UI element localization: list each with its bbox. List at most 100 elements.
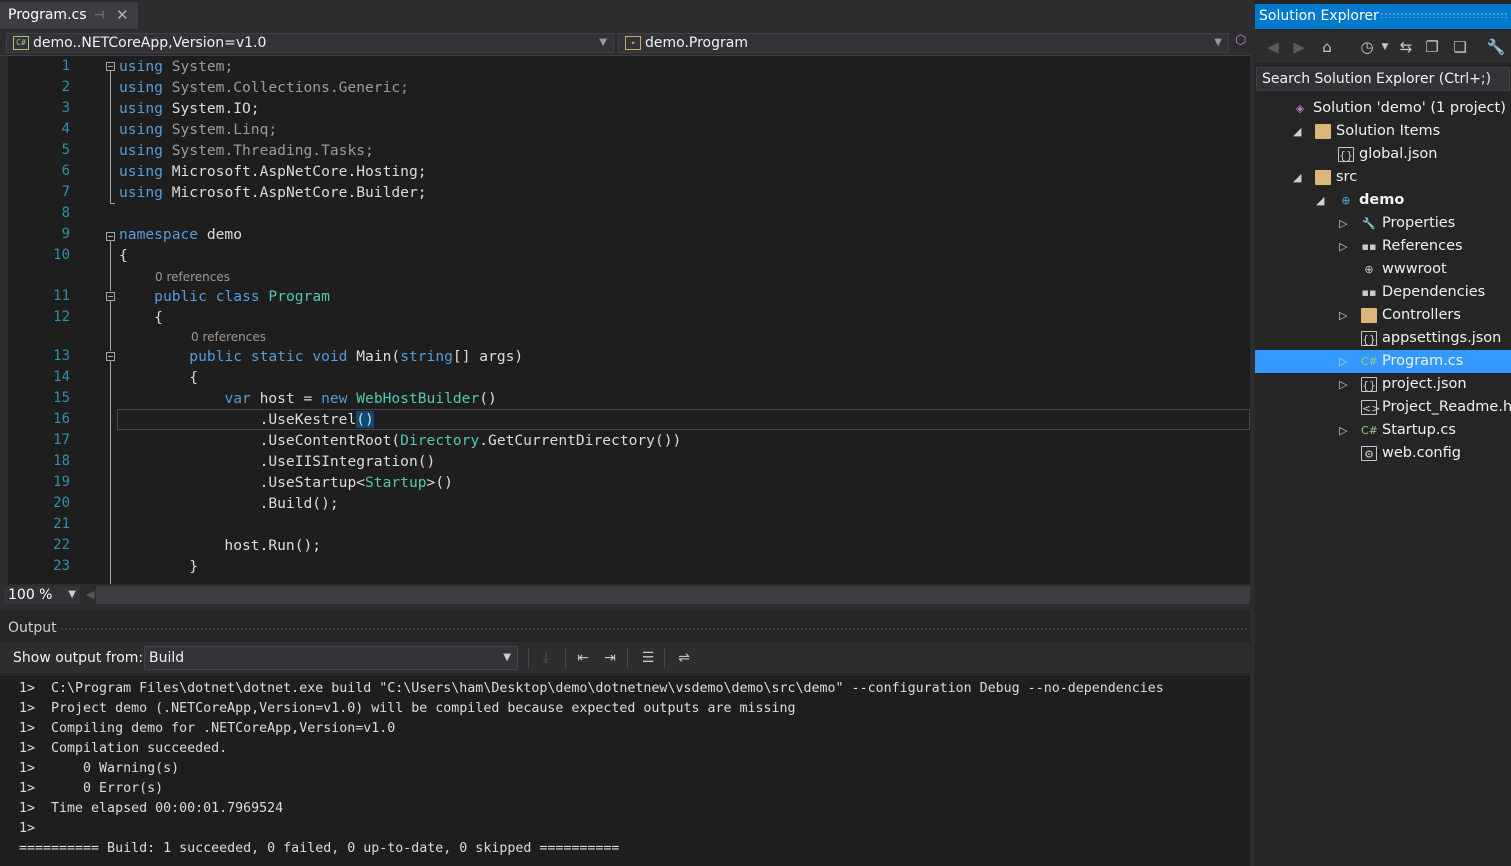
code-line[interactable]: using System.IO;	[119, 98, 260, 119]
scroll-left-icon[interactable]: ◀	[86, 588, 94, 601]
tree-item[interactable]: ◢ src	[1255, 166, 1511, 189]
tree-item-label: Solution Items	[1336, 123, 1441, 139]
zoom-value: 100 %	[8, 587, 53, 603]
document-tab-program-cs[interactable]: Program.cs ⊣ ✕	[0, 2, 138, 29]
next-message-icon[interactable]: ⇥	[599, 648, 621, 668]
code-line[interactable]: }	[119, 556, 198, 577]
class-icon: ✦	[625, 36, 641, 50]
tree-item[interactable]: {} global.json	[1255, 143, 1511, 166]
codelens-main-references[interactable]: 0 references	[191, 329, 266, 345]
line-number: 1	[61, 58, 70, 74]
tree-item-label: Program.cs	[1382, 353, 1464, 369]
tree-item[interactable]: <>Project_Readme.html	[1255, 396, 1511, 419]
tree-item[interactable]: ▷ ▪▪ References	[1255, 235, 1511, 258]
tree-item[interactable]: ▷ 🔧 Properties	[1255, 212, 1511, 235]
tree-item-label: wwwroot	[1382, 261, 1447, 277]
type-dropdown[interactable]: ✦ demo.Program ▼	[618, 33, 1229, 53]
show-all-files-icon[interactable]: ❏	[1449, 36, 1471, 58]
horizontal-scrollbar[interactable]	[96, 586, 1250, 604]
line-number: 21	[53, 516, 70, 532]
previous-message-icon[interactable]: ⇤	[572, 648, 594, 668]
zoom-dropdown[interactable]: 100 % ▼	[4, 586, 80, 604]
globe-folder-icon: ⊕	[1364, 263, 1374, 276]
tree-item-label: appsettings.json	[1382, 330, 1502, 346]
code-line[interactable]: public static void Main(string[] args)	[119, 346, 523, 367]
references-icon: ▪▪	[1361, 240, 1377, 253]
code-editor[interactable]: 1 using System; 2 using System.Collections.…	[0, 56, 1250, 584]
show-output-from-label: Show output from:	[13, 650, 144, 666]
collapse-icon[interactable]: ◢	[1293, 120, 1301, 143]
tree-item[interactable]: ▷ {} project.json	[1255, 373, 1511, 396]
tree-item[interactable]: ⚙ web.config	[1255, 442, 1511, 465]
code-line[interactable]: .Build();	[119, 493, 339, 514]
tree-item[interactable]: ◈ Solution 'demo' (1 project)	[1255, 97, 1511, 120]
collapse-usings-icon[interactable]	[106, 62, 115, 71]
code-line[interactable]: using System;	[119, 56, 233, 77]
output-line: 1> Compilation succeeded.	[19, 741, 228, 756]
code-line[interactable]: using System.Threading.Tasks;	[119, 140, 374, 161]
find-message-icon[interactable]: ⤓	[535, 648, 557, 668]
code-line[interactable]: namespace demo	[119, 224, 242, 245]
code-line[interactable]: host.Run();	[119, 535, 321, 556]
expand-icon[interactable]: ▷	[1339, 350, 1347, 373]
line-number: 6	[61, 163, 70, 179]
project-context-dropdown[interactable]: C# demo..NETCoreApp,Version=v1.0 ▼	[6, 33, 614, 53]
code-line[interactable]: .UseStartup<Startup>()	[119, 472, 453, 493]
dependencies-icon: ▪▪	[1361, 286, 1377, 299]
line-number: 22	[53, 537, 70, 553]
expand-icon[interactable]: ▷	[1339, 212, 1347, 235]
code-line[interactable]: .UseContentRoot(Directory.GetCurrentDire…	[119, 430, 682, 451]
code-line[interactable]: {	[119, 245, 128, 266]
tree-item[interactable]: {} appsettings.json	[1255, 327, 1511, 350]
expand-icon[interactable]: ▷	[1339, 373, 1347, 396]
codelens-class-references[interactable]: 0 references	[155, 269, 230, 285]
config-file-icon: ⚙	[1361, 446, 1377, 461]
pin-icon[interactable]: ⊣	[94, 2, 104, 29]
line-number: 18	[53, 453, 70, 469]
tree-item[interactable]: ▷ Controllers	[1255, 304, 1511, 327]
panel-grip[interactable]	[1380, 12, 1508, 18]
code-line[interactable]: using System.Linq;	[119, 119, 277, 140]
chevron-down-icon[interactable]: ▼	[1374, 36, 1396, 58]
output-text-area[interactable]: 1> C:\Program Files\dotnet\dotnet.exe bu…	[0, 676, 1250, 866]
expand-icon[interactable]: ▷	[1339, 304, 1347, 327]
code-line[interactable]: using Microsoft.AspNetCore.Hosting;	[119, 161, 427, 182]
clear-all-icon[interactable]: ☰	[637, 648, 659, 668]
collapse-namespace-icon[interactable]	[106, 232, 115, 241]
collapse-method-icon[interactable]	[106, 352, 115, 361]
properties-icon[interactable]: 🔧	[1485, 36, 1507, 58]
collapse-all-icon[interactable]: ❐	[1421, 36, 1443, 58]
tree-item[interactable]: ▷ C# Program.cs	[1255, 350, 1511, 373]
code-line[interactable]: {	[119, 307, 163, 328]
output-source-dropdown[interactable]: Build ▼	[144, 646, 518, 670]
tree-item[interactable]: ⊕ wwwroot	[1255, 258, 1511, 281]
expand-icon[interactable]: ▷	[1339, 235, 1347, 258]
solution-explorer-search[interactable]: Search Solution Explorer (Ctrl+;)	[1256, 67, 1510, 91]
word-wrap-icon[interactable]: ⇌	[673, 648, 695, 668]
code-line[interactable]: .UseIISIntegration()	[119, 451, 436, 472]
tree-item[interactable]: ▪▪ Dependencies	[1255, 281, 1511, 304]
code-line[interactable]: using System.Collections.Generic;	[119, 77, 409, 98]
code-line[interactable]: public class Program	[119, 286, 330, 307]
tree-item[interactable]: ▷ C# Startup.cs	[1255, 419, 1511, 442]
code-line[interactable]: .UseKestrel()	[119, 409, 374, 430]
chevron-down-icon: ▼	[1214, 37, 1222, 48]
collapse-icon[interactable]: ◢	[1316, 189, 1324, 212]
code-line[interactable]: using Microsoft.AspNetCore.Builder;	[119, 182, 427, 203]
line-number: 14	[53, 369, 70, 385]
collapse-icon[interactable]: ◢	[1293, 166, 1301, 189]
tree-item[interactable]: ◢ Solution Items	[1255, 120, 1511, 143]
forward-icon[interactable]: ▶	[1288, 36, 1310, 58]
panel-grip[interactable]	[60, 627, 1248, 632]
collapse-class-icon[interactable]	[106, 292, 115, 301]
sync-icon[interactable]: ⇆	[1395, 36, 1417, 58]
home-icon[interactable]: ⌂	[1316, 36, 1338, 58]
back-icon[interactable]: ◀	[1262, 36, 1284, 58]
close-icon[interactable]: ✕	[116, 2, 129, 29]
member-icon[interactable]: ⬡	[1235, 33, 1246, 48]
tree-item[interactable]: ◢ ⊕ demo	[1255, 189, 1511, 212]
type-value: demo.Program	[645, 35, 748, 51]
code-line[interactable]: {	[119, 367, 198, 388]
code-line[interactable]: var host = new WebHostBuilder()	[119, 388, 496, 409]
expand-icon[interactable]: ▷	[1339, 419, 1347, 442]
